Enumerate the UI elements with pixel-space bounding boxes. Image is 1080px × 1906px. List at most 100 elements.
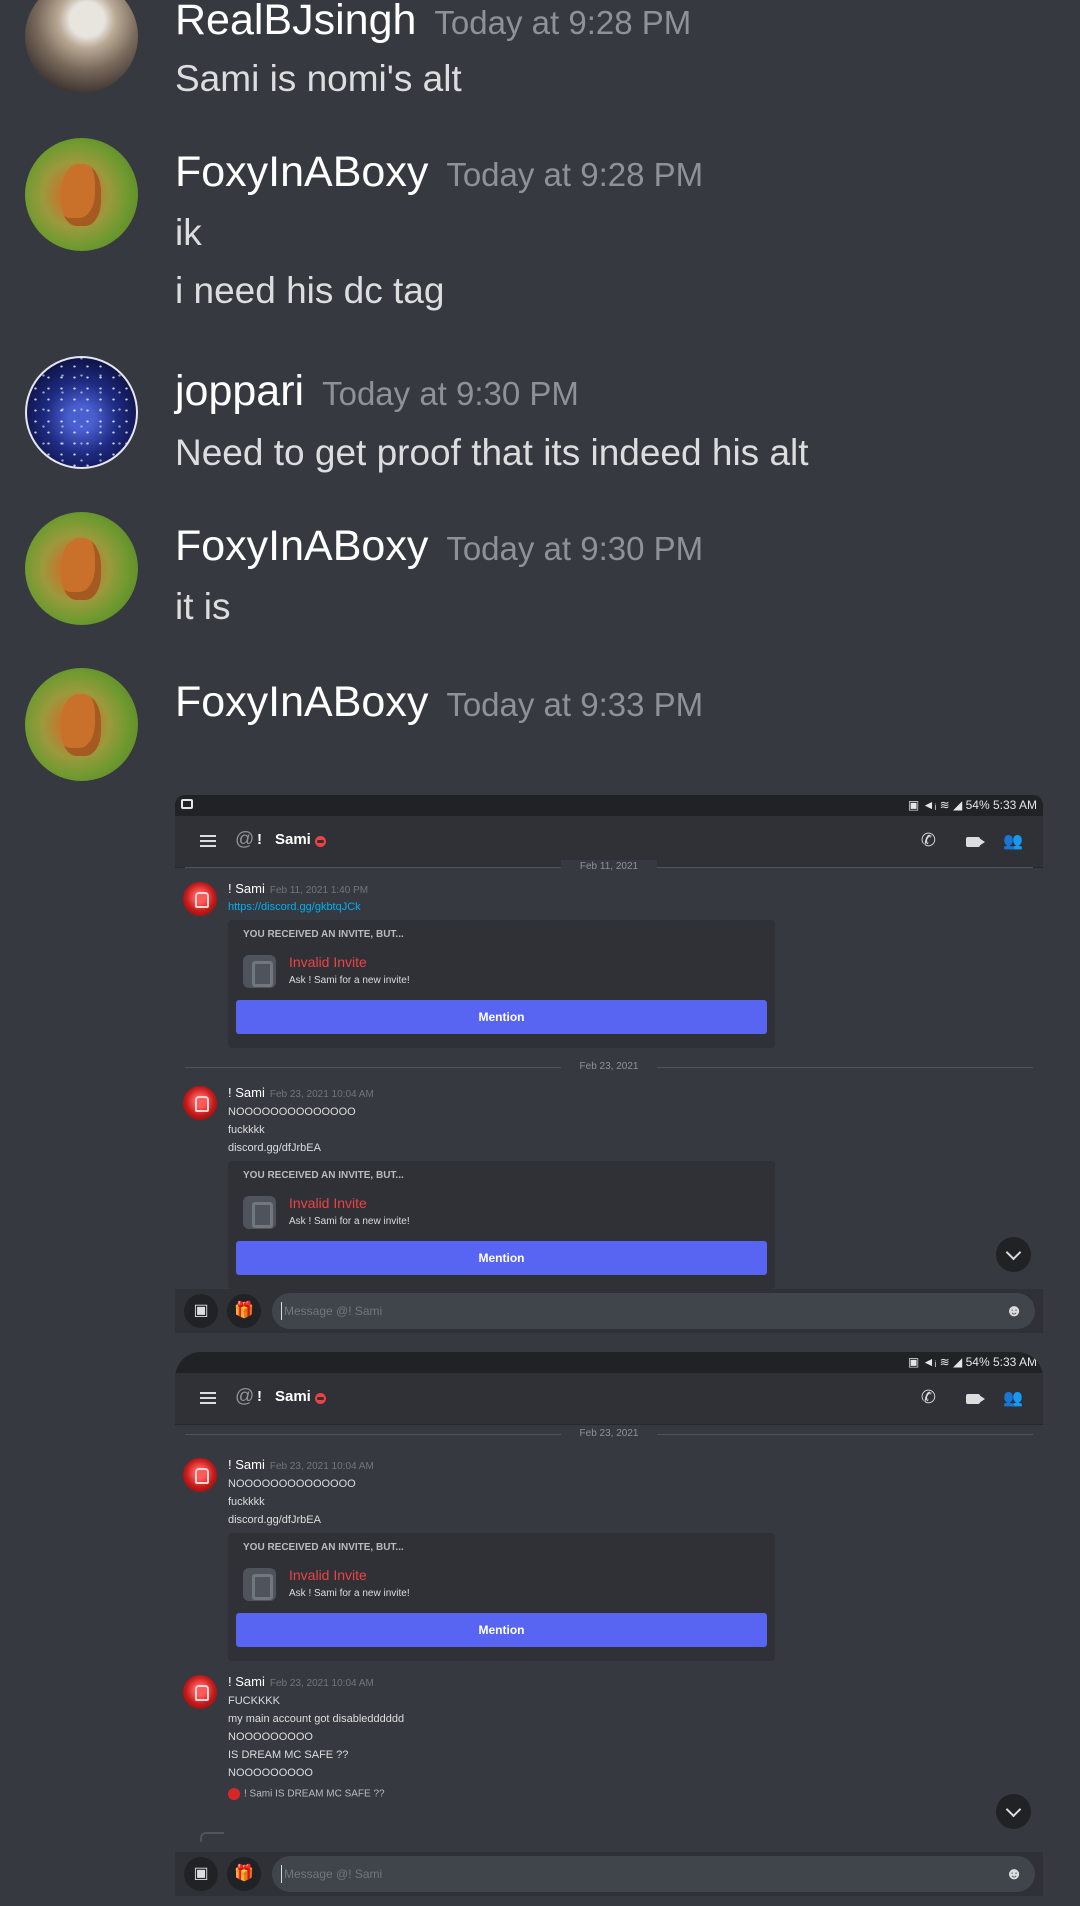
mention-button[interactable]: Mention xyxy=(236,1241,767,1275)
attachment-image[interactable]: ▣ ◄ᵢ ≋ ◢ 54% 5:33 AM @ ! Sami ✆ 👥 Feb 23… xyxy=(175,1352,1043,1896)
reply-avatar xyxy=(228,1788,240,1800)
invite-header: YOU RECEIVED AN INVITE, BUT... xyxy=(243,1170,404,1181)
message-timestamp: Feb 23, 2021 10:04 AM xyxy=(269,1461,374,1472)
members-icon[interactable]: 👥 xyxy=(1003,831,1023,851)
reply-spine xyxy=(200,1832,224,1842)
emoji-icon[interactable]: ☻ xyxy=(1005,1864,1023,1884)
channel-name: Sami xyxy=(275,831,311,848)
message-author[interactable]: RealBJsingh Today at 9:28 PM xyxy=(175,0,691,45)
list-item: ! Sami Feb 23, 2021 10:04 AM NOOOOOOOOOOO… xyxy=(175,1084,1043,1289)
message-author[interactable]: ! Sami Feb 23, 2021 10:04 AM xyxy=(228,1456,1043,1475)
message-input[interactable]: Message @! Sami xyxy=(272,1293,1035,1329)
invalid-invite-icon xyxy=(243,1568,276,1601)
date-divider: Feb 11, 2021 xyxy=(185,860,1033,874)
mention-button[interactable]: Mention xyxy=(236,1000,767,1034)
message-timestamp: Feb 23, 2021 10:04 AM xyxy=(269,1678,374,1689)
message-timestamp: Today at 9:28 PM xyxy=(434,4,692,41)
gallery-icon[interactable]: ▣ xyxy=(184,1857,218,1891)
message-timestamp: Today at 9:28 PM xyxy=(446,156,704,193)
user-avatar[interactable] xyxy=(25,356,138,469)
message-author[interactable]: FoxyInABoxy Today at 9:30 PM xyxy=(175,522,703,571)
channel-prefix: ! xyxy=(257,1388,262,1405)
message-text: NOOOOOOOOOOOOOO xyxy=(228,1478,356,1490)
message-composer: ▣ 🎁 Message @! Sami ☻ xyxy=(175,1852,1043,1896)
message-text[interactable]: discord.gg/dfJrbEA xyxy=(228,1139,1043,1157)
invite-subtitle: Ask ! Sami for a new invite! xyxy=(289,975,410,986)
message-author[interactable]: FoxyInABoxy Today at 9:33 PM xyxy=(175,678,703,727)
avatar[interactable] xyxy=(183,1458,217,1492)
user-avatar[interactable] xyxy=(25,138,138,251)
message-author[interactable]: ! Sami Feb 23, 2021 10:04 AM xyxy=(228,1673,1043,1692)
dnd-status-icon xyxy=(315,836,326,847)
message-author[interactable]: FoxyInABoxy Today at 9:28 PM xyxy=(175,148,703,197)
video-icon[interactable] xyxy=(966,1394,985,1404)
message-text: NOOOOOOOOO xyxy=(228,1731,313,1743)
channel-prefix: ! xyxy=(257,831,262,848)
status-bar: ▣ ◄ᵢ ≋ ◢ 54% 5:33 AM xyxy=(175,1352,1043,1373)
message-author[interactable]: ! Sami Feb 23, 2021 10:04 AM xyxy=(228,1084,1043,1103)
message-text: ik xyxy=(175,212,202,253)
status-bar-right: ▣ ◄ᵢ ≋ ◢ 54% 5:33 AM xyxy=(907,798,1037,812)
image-notification-icon xyxy=(181,799,193,809)
invite-header: YOU RECEIVED AN INVITE, BUT... xyxy=(243,929,404,940)
members-icon[interactable]: 👥 xyxy=(1003,1388,1023,1408)
message-text[interactable]: discord.gg/dfJrbEA xyxy=(228,1511,1043,1529)
mention-button[interactable]: Mention xyxy=(236,1613,767,1647)
date-divider: Feb 23, 2021 xyxy=(185,1060,1033,1074)
message-text: Need to get proof that its indeed his al… xyxy=(175,432,809,473)
attachment-image[interactable]: ▣ ◄ᵢ ≋ ◢ 54% 5:33 AM @ ! Sami ✆ 👥 Feb 11… xyxy=(175,795,1043,1333)
message-timestamp: Today at 9:30 PM xyxy=(322,375,579,412)
invite-subtitle: Ask ! Sami for a new invite! xyxy=(289,1588,410,1599)
message-text: Sami is nomi's alt xyxy=(175,58,462,99)
at-icon: @ xyxy=(235,829,255,850)
list-item: ! Sami Feb 23, 2021 10:04 AM NOOOOOOOOOOO… xyxy=(175,1456,1043,1661)
message-timestamp: Feb 11, 2021 1:40 PM xyxy=(269,885,369,896)
avatar[interactable] xyxy=(183,1086,217,1120)
invite-subtitle: Ask ! Sami for a new invite! xyxy=(289,1216,410,1227)
invite-title: Invalid Invite xyxy=(289,954,367,970)
avatar[interactable] xyxy=(183,1675,217,1709)
message-text: NOOOOOOOOO xyxy=(228,1767,313,1779)
invalid-invite-icon xyxy=(243,1196,276,1229)
invite-embed: YOU RECEIVED AN INVITE, BUT... Invalid I… xyxy=(228,1161,775,1289)
list-item: ! Sami Feb 11, 2021 1:40 PM https://disco… xyxy=(175,880,1043,1048)
reply-preview[interactable]: ! Sami IS DREAM MC SAFE ?? xyxy=(228,1788,1043,1806)
gallery-icon[interactable]: ▣ xyxy=(184,1294,218,1328)
message-text: my main account got disabledddddd xyxy=(228,1713,405,1725)
status-bar-right: ▣ ◄ᵢ ≋ ◢ 54% 5:33 AM xyxy=(907,1355,1037,1369)
message-text: i need his dc tag xyxy=(175,270,445,311)
message-author[interactable]: joppari Today at 9:30 PM xyxy=(175,367,579,416)
message-text: fuckkkk xyxy=(228,1496,265,1508)
video-icon[interactable] xyxy=(966,837,985,847)
list-item: ! Sami Feb 23, 2021 10:04 AM FUCKKKK my m… xyxy=(175,1673,1043,1782)
message-timestamp: Feb 23, 2021 10:04 AM xyxy=(269,1089,374,1100)
message-composer: ▣ 🎁 Message @! Sami ☻ xyxy=(175,1289,1043,1333)
hamburger-menu-icon[interactable] xyxy=(200,835,216,847)
user-avatar[interactable] xyxy=(25,0,138,93)
status-bar: ▣ ◄ᵢ ≋ ◢ 54% 5:33 AM xyxy=(175,795,1043,816)
message-author[interactable]: ! Sami Feb 11, 2021 1:40 PM xyxy=(228,880,1043,899)
user-avatar[interactable] xyxy=(25,512,138,625)
message-text: it is xyxy=(175,586,231,627)
gift-icon[interactable]: 🎁 xyxy=(227,1857,261,1891)
channel-name: Sami xyxy=(275,1388,311,1405)
gift-icon[interactable]: 🎁 xyxy=(227,1294,261,1328)
invite-embed: YOU RECEIVED AN INVITE, BUT... Invalid I… xyxy=(228,920,775,1048)
invite-title: Invalid Invite xyxy=(289,1567,367,1583)
scroll-down-button[interactable] xyxy=(996,1794,1031,1829)
at-icon: @ xyxy=(235,1386,255,1407)
hamburger-menu-icon[interactable] xyxy=(200,1392,216,1404)
invite-link[interactable]: https://discord.gg/gkbtqJCk xyxy=(228,899,1043,916)
call-icon[interactable]: ✆ xyxy=(921,830,936,851)
scroll-down-button[interactable] xyxy=(996,1237,1031,1272)
message-text: FUCKKKK xyxy=(228,1695,280,1707)
avatar[interactable] xyxy=(183,882,217,916)
emoji-icon[interactable]: ☻ xyxy=(1005,1301,1023,1321)
date-divider: Feb 23, 2021 xyxy=(185,1427,1033,1441)
call-icon[interactable]: ✆ xyxy=(921,1387,936,1408)
message-timestamp: Today at 9:33 PM xyxy=(446,686,704,723)
user-avatar[interactable] xyxy=(25,668,138,781)
message-input[interactable]: Message @! Sami xyxy=(272,1856,1035,1892)
message-text: fuckkkk xyxy=(228,1124,265,1136)
message-timestamp: Today at 9:30 PM xyxy=(446,530,704,567)
